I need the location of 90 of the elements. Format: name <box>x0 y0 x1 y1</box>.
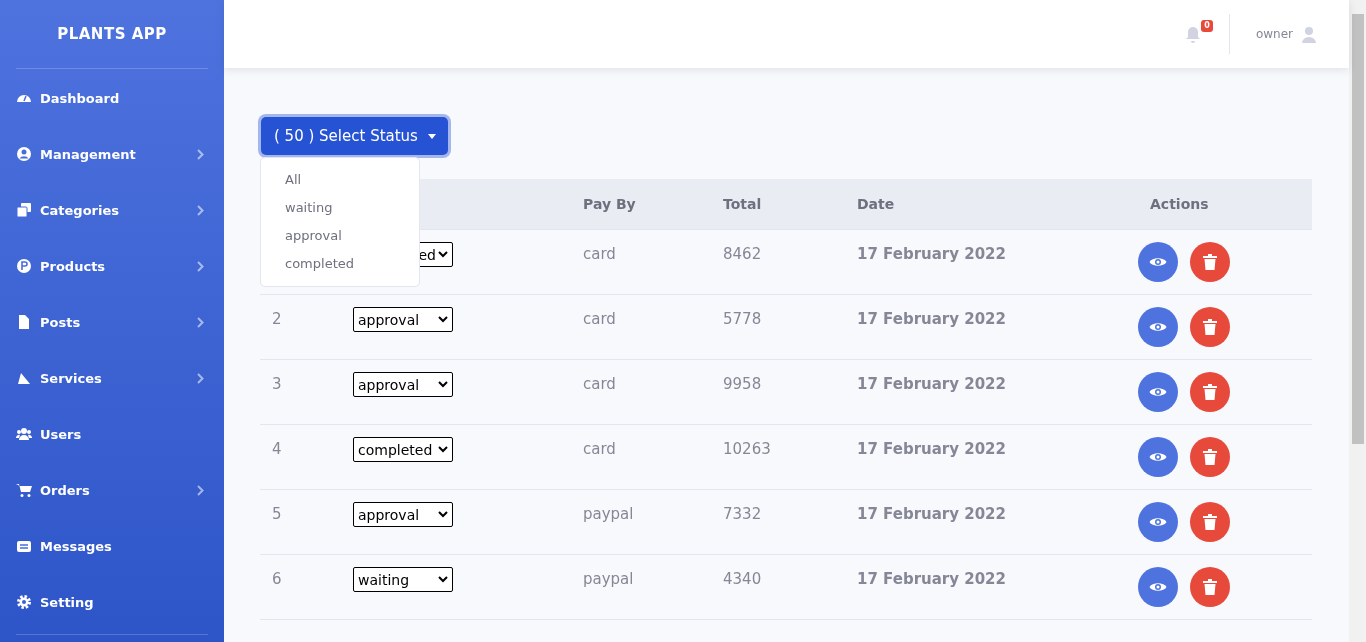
scrollbar[interactable] <box>1349 0 1366 642</box>
status-filter-button[interactable]: ( 50 ) Select Status <box>261 117 448 155</box>
sidebar-item[interactable]: Services <box>16 350 208 406</box>
table-cell: card <box>583 245 616 263</box>
trash-icon <box>1203 449 1217 465</box>
file-icon <box>16 314 32 330</box>
status-select[interactable]: approval <box>353 372 453 397</box>
column-header: Pay By <box>582 196 637 212</box>
delete-button[interactable] <box>1190 437 1230 477</box>
notification-badge: 0 <box>1201 20 1213 32</box>
table-cell: 10263 <box>723 440 771 458</box>
table-cell: 17 February 2022 <box>857 375 1006 393</box>
sidebar-item[interactable]: Messages <box>16 518 208 574</box>
table-cell: 4 <box>272 440 282 458</box>
chevron-down-icon <box>438 511 448 518</box>
view-button[interactable] <box>1138 307 1178 347</box>
view-button[interactable] <box>1138 502 1178 542</box>
table-cell: 7332 <box>723 505 762 523</box>
trash-icon <box>1203 384 1217 400</box>
settings-icon <box>16 594 32 610</box>
table-cell: 9958 <box>723 375 762 393</box>
sidebar-item[interactable]: Categories <box>16 182 208 238</box>
eye-icon <box>1149 516 1167 528</box>
table-cell: 8462 <box>723 245 762 263</box>
delete-button[interactable] <box>1190 567 1230 607</box>
eye-icon <box>1149 451 1167 463</box>
eye-icon <box>1149 321 1167 333</box>
chevron-down-icon <box>438 381 448 388</box>
eye-icon <box>1149 581 1167 593</box>
trash-icon <box>1203 254 1217 270</box>
column-header: Actions <box>1149 196 1210 212</box>
status-select[interactable]: approval <box>353 502 453 527</box>
delete-button[interactable] <box>1190 307 1230 347</box>
chevron-down-icon <box>438 576 448 583</box>
sidebar-item[interactable]: Users <box>16 406 208 462</box>
column-header: Total <box>722 196 763 212</box>
user-circle-icon <box>16 146 32 162</box>
table-cell: 3 <box>272 375 282 393</box>
view-button[interactable] <box>1138 437 1178 477</box>
envelope-icon <box>16 538 32 554</box>
table-cell: 2 <box>272 310 282 328</box>
copies-icon <box>16 202 32 218</box>
sidebar-item[interactable]: Orders <box>16 462 208 518</box>
user-name[interactable]: owner <box>1255 27 1293 41</box>
sidebar-item[interactable]: Posts <box>16 294 208 350</box>
status-select[interactable]: approval <box>353 307 453 332</box>
table-cell: 17 February 2022 <box>857 245 1006 263</box>
table-cell: card <box>583 440 616 458</box>
table-cell: 17 February 2022 <box>857 440 1006 458</box>
delete-button[interactable] <box>1190 242 1230 282</box>
chevron-down-icon <box>438 446 448 453</box>
chevron-down-icon <box>438 251 448 258</box>
p-circle-icon <box>16 258 32 274</box>
status-select[interactable]: waiting <box>353 567 453 592</box>
table-cell: paypal <box>583 570 634 588</box>
sidebar-item[interactable]: Management <box>16 126 208 182</box>
view-button[interactable] <box>1138 242 1178 282</box>
view-button[interactable] <box>1138 567 1178 607</box>
caret-icon <box>427 133 436 139</box>
delete-button[interactable] <box>1190 502 1230 542</box>
trash-icon <box>1203 319 1217 335</box>
sidebar-item[interactable]: Products <box>16 238 208 294</box>
table-cell: card <box>583 310 616 328</box>
sidebar-item[interactable]: Setting <box>16 574 208 630</box>
table-cell: paypal <box>583 505 634 523</box>
table-cell: 4340 <box>723 570 762 588</box>
table-cell: 6 <box>272 570 282 588</box>
chevron-down-icon <box>438 316 448 323</box>
sidebar-item[interactable]: Dashboard <box>16 70 208 126</box>
view-button[interactable] <box>1138 372 1178 412</box>
delete-button[interactable] <box>1190 372 1230 412</box>
menu-item[interactable]: All <box>261 166 419 194</box>
menu-item[interactable]: completed <box>261 250 419 278</box>
table-cell: 5 <box>272 505 282 523</box>
eye-icon <box>1149 386 1167 398</box>
eye-icon <box>1149 256 1167 268</box>
app-brand: PLANTS APP <box>57 25 167 43</box>
users-icon <box>16 426 32 442</box>
trash-icon <box>1203 579 1217 595</box>
table-cell: 5778 <box>723 310 762 328</box>
table-cell: card <box>583 375 616 393</box>
status-select[interactable]: completed <box>353 437 453 462</box>
menu-item[interactable]: waiting <box>261 194 419 222</box>
menu-item[interactable]: approval <box>261 222 419 250</box>
table-cell: 17 February 2022 <box>857 505 1006 523</box>
trash-icon <box>1203 514 1217 530</box>
table-cell: 17 February 2022 <box>857 310 1006 328</box>
cart-icon <box>16 482 32 498</box>
column-header: Date <box>856 196 896 212</box>
table-cell: 17 February 2022 <box>857 570 1006 588</box>
